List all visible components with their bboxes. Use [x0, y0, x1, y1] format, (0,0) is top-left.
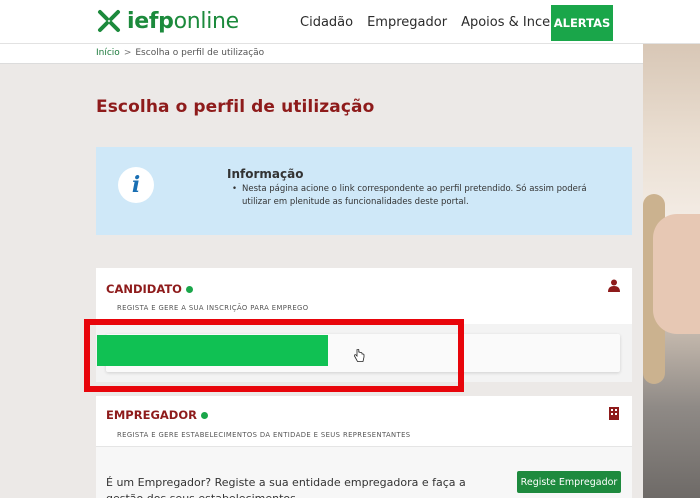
candidato-subtitle: REGISTA E GERE A SUA INSCRIÇÃO PARA EMPR… [117, 304, 309, 312]
top-navigation-bar: iefponline Cidadão Empregador Apoios & I… [0, 0, 700, 44]
registe-empregador-button[interactable]: Registe Empregador [517, 471, 621, 493]
info-title: Informação [227, 167, 304, 181]
info-box: i Informação • Nesta página acione o lin… [96, 147, 632, 235]
hand-cursor-icon [354, 349, 365, 362]
status-dot-icon [185, 285, 193, 293]
empregador-card-header[interactable]: EMPREGADOR REGISTA E GERE ESTABELECIMENT… [96, 396, 632, 446]
breadcrumb-separator: > [123, 48, 132, 58]
empregador-body: É um Empregador? Registe a sua entidade … [96, 446, 632, 498]
info-bullet: • [232, 184, 238, 194]
empregador-title-row: EMPREGADOR [106, 408, 208, 422]
candidato-card-header[interactable]: CANDIDATO REGISTA E GERE A SUA INSCRIÇÃO… [96, 268, 632, 324]
alerts-button[interactable]: ALERTAS [551, 5, 613, 41]
breadcrumb-home-link[interactable]: Início [96, 48, 120, 58]
page-title: Escolha o perfil de utilização [96, 97, 375, 117]
info-icon: i [118, 167, 154, 203]
photo-face [653, 214, 700, 334]
nav-cidadao[interactable]: Cidadão [300, 15, 353, 30]
info-text: Nesta página acione o link correspondent… [242, 184, 587, 207]
empregador-subtitle: REGISTA E GERE ESTABELECIMENTOS DA ENTID… [117, 431, 411, 439]
candidato-title-row: CANDIDATO [106, 282, 193, 296]
logo-mark-icon [98, 10, 120, 32]
logo-text: iefponline [127, 8, 239, 34]
status-dot-icon [200, 411, 208, 419]
breadcrumb: Início > Escolha o perfil de utilização [0, 44, 643, 64]
breadcrumb-current: Escolha o perfil de utilização [135, 48, 265, 58]
building-icon [609, 407, 619, 420]
iefponline-logo[interactable]: iefponline [97, 7, 239, 35]
candidato-title: CANDIDATO [106, 282, 182, 296]
info-text-wrapper: • Nesta página acione o link corresponde… [232, 183, 602, 209]
nav-empregador[interactable]: Empregador [367, 15, 447, 30]
empregador-description: É um Empregador? Registe a sua entidade … [106, 476, 466, 498]
empregador-title: EMPREGADOR [106, 408, 197, 422]
background-photo [643, 44, 700, 498]
red-highlight-box [84, 319, 464, 392]
user-icon [608, 279, 620, 292]
